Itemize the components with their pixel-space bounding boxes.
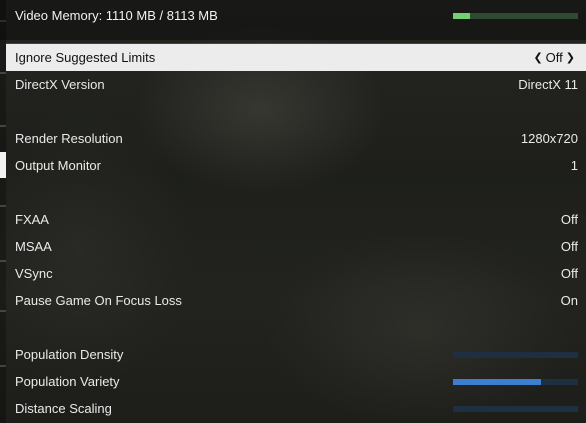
setting-label: FXAA	[15, 212, 49, 227]
setting-label: Ignore Suggested Limits	[15, 50, 156, 65]
setting-distance-scaling[interactable]: Distance Scaling	[6, 395, 586, 422]
video-memory-bar-fill	[453, 13, 471, 19]
population-density-slider[interactable]	[453, 352, 578, 358]
setting-msaa[interactable]: MSAA Off	[6, 233, 586, 260]
video-memory-header: Video Memory: 1110 MB / 8113 MB	[0, 0, 586, 40]
video-memory-bar	[453, 13, 578, 19]
setting-value: Off	[560, 266, 578, 281]
setting-label: MSAA	[15, 239, 52, 254]
setting-label: Distance Scaling	[15, 401, 112, 416]
video-memory-label: Video Memory: 1110 MB / 8113 MB	[15, 8, 218, 23]
population-variety-slider[interactable]	[453, 379, 578, 385]
setting-label: Population Density	[15, 347, 124, 362]
setting-value: DirectX 11	[518, 77, 578, 92]
setting-ignore-suggested-limits[interactable]: Ignore Suggested Limits ❮ Off ❯	[6, 44, 586, 71]
setting-population-density[interactable]: Population Density	[6, 341, 586, 368]
graphics-settings-screen: Video Memory: 1110 MB / 8113 MB Ignore S…	[0, 0, 586, 423]
setting-directx-version[interactable]: DirectX Version DirectX 11	[6, 71, 586, 98]
setting-value: 1	[570, 158, 578, 173]
setting-value: Off	[560, 212, 578, 227]
setting-label: VSync	[15, 266, 53, 281]
setting-value: Off	[560, 239, 578, 254]
slider-fill	[453, 379, 541, 385]
setting-fxaa[interactable]: FXAA Off	[6, 206, 586, 233]
setting-pause-on-focus-loss[interactable]: Pause Game On Focus Loss On	[6, 287, 586, 314]
distance-scaling-slider[interactable]	[453, 406, 578, 412]
setting-output-monitor[interactable]: Output Monitor 1	[6, 152, 586, 179]
setting-population-variety[interactable]: Population Variety	[6, 368, 586, 395]
setting-render-resolution[interactable]: Render Resolution 1280x720	[6, 125, 586, 152]
setting-label: Output Monitor	[15, 158, 101, 173]
setting-label: DirectX Version	[15, 77, 105, 92]
setting-label: Render Resolution	[15, 131, 123, 146]
setting-value-selector[interactable]: ❮ Off ❯	[530, 50, 578, 65]
setting-value: 1280x720	[520, 131, 578, 146]
setting-value: On	[560, 293, 578, 308]
chevron-left-icon[interactable]: ❮	[533, 51, 542, 64]
setting-label: Pause Game On Focus Loss	[15, 293, 182, 308]
setting-value: Off	[545, 50, 563, 65]
setting-vsync[interactable]: VSync Off	[6, 260, 586, 287]
chevron-right-icon[interactable]: ❯	[566, 51, 575, 64]
setting-label: Population Variety	[15, 374, 120, 389]
